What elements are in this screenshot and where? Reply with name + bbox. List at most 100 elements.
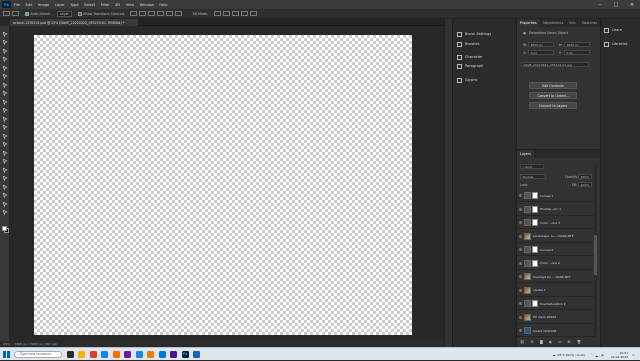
marquee-tool-icon[interactable] <box>2 39 9 46</box>
layer-row[interactable]: Landscape, lu..., DARK-NTT <box>517 231 595 243</box>
windows-start-icon[interactable] <box>3 350 10 358</box>
volume-icon[interactable]: 🔈 <box>601 353 605 357</box>
tab-layers[interactable]: Layers <box>517 150 534 158</box>
edit-contents-button[interactable]: Edit Contents <box>529 82 577 89</box>
lasso-tool-icon[interactable] <box>2 47 9 54</box>
blend-mode-select[interactable]: Normal <box>520 174 546 179</box>
eyedropper-tool-icon[interactable] <box>2 81 9 88</box>
app-icon[interactable] <box>124 350 131 358</box>
3d-pan-icon[interactable] <box>232 11 240 16</box>
layer-row[interactable]: Smart 1041006 <box>517 325 595 337</box>
panel-paragraph[interactable]: Paragraph <box>453 61 515 71</box>
tab-properties[interactable]: Properties <box>517 19 540 27</box>
mail-icon[interactable] <box>158 350 166 358</box>
visibility-eye-icon[interactable] <box>518 207 523 211</box>
align-center-icon[interactable] <box>139 11 147 16</box>
checkbox-icon[interactable] <box>77 11 82 16</box>
menu-help[interactable]: Help <box>159 3 167 7</box>
layer-name[interactable]: Landscape, lu..., DARK-NTT <box>533 234 574 238</box>
new-layer-icon[interactable]: ⊞ <box>568 340 571 344</box>
layer-row[interactable]: Color ...nce 2 <box>517 258 595 270</box>
layer-mask-thumbnail[interactable] <box>532 246 538 253</box>
layer-row[interactable]: Overlays by ... DARK-NTT <box>517 271 595 283</box>
height-field[interactable]: 3600 px <box>564 42 590 47</box>
add-mask-icon[interactable]: ◙ <box>540 340 544 344</box>
path-select-icon[interactable] <box>2 175 9 182</box>
panel-brushes[interactable]: Brushes <box>453 39 515 49</box>
visibility-eye-icon[interactable] <box>518 288 523 292</box>
panel-libraries[interactable]: Libraries <box>601 39 640 49</box>
checkbox-icon[interactable] <box>25 11 29 16</box>
layer-name[interactable]: Hue/Saturation 2 <box>540 302 566 306</box>
x-field[interactable]: 0 px <box>528 50 554 55</box>
layer-name[interactable]: Curves 7 <box>540 194 553 198</box>
layer-mask-thumbnail[interactable] <box>532 219 538 226</box>
menu-window[interactable]: Window <box>140 3 154 7</box>
zoom-tool-icon[interactable] <box>2 200 9 207</box>
weather-icon[interactable]: ☁ <box>552 353 555 357</box>
visibility-eye-icon[interactable] <box>518 248 523 251</box>
layer-row[interactable]: Hue/Sa...ion 1 <box>517 204 595 216</box>
menu-file[interactable]: File <box>14 3 20 7</box>
history-brush-icon[interactable] <box>2 115 9 122</box>
blur-tool-icon[interactable] <box>2 141 9 148</box>
home-icon[interactable] <box>3 11 10 16</box>
photoshop-logo[interactable]: Ps <box>2 1 11 8</box>
layers-scroll-thumb[interactable] <box>594 235 597 275</box>
width-field[interactable]: 4800 px <box>528 42 554 47</box>
align-bottom-icon[interactable] <box>175 11 183 16</box>
layer-name[interactable]: Smart 1041006 <box>533 329 556 333</box>
auto-select-checkbox[interactable]: Auto-Select: <box>25 11 51 16</box>
menu-filter[interactable]: Filter <box>101 3 110 7</box>
layer-name[interactable]: Curves 6 <box>540 248 553 252</box>
3d-slide-icon[interactable] <box>241 11 249 16</box>
quick-select-tool-icon[interactable] <box>2 56 9 63</box>
layer-row[interactable]: candle 1 <box>517 285 595 297</box>
pen-tool-icon[interactable] <box>2 158 9 165</box>
fx-icon[interactable]: fx <box>531 340 534 344</box>
eraser-tool-icon[interactable] <box>2 124 9 131</box>
delete-layer-icon[interactable]: 🗑 <box>577 340 582 344</box>
3d-scale-icon[interactable] <box>250 11 258 16</box>
minimize-icon[interactable]: – <box>592 0 608 9</box>
menu-edit[interactable]: Edit <box>26 3 33 7</box>
panel-brush[interactable]: Brush Settings <box>453 29 515 39</box>
layer-mask-thumbnail[interactable] <box>532 192 538 199</box>
layer-row[interactable]: Curves 6 <box>517 244 595 256</box>
align-right-icon[interactable] <box>148 11 156 16</box>
visibility-eye-icon[interactable] <box>518 234 523 238</box>
tray-chevron-icon[interactable]: ˄ <box>591 353 593 357</box>
more-tools-icon[interactable] <box>2 209 9 216</box>
canvas[interactable] <box>34 35 412 335</box>
menu-type[interactable]: Type <box>70 3 78 7</box>
layer-name[interactable]: Color ...nce 2 <box>540 261 560 265</box>
visibility-eye-icon[interactable] <box>518 315 523 319</box>
visibility-eye-icon[interactable] <box>518 302 523 305</box>
frame-tool-icon[interactable] <box>2 73 9 80</box>
menu-image[interactable]: Image <box>38 3 49 7</box>
visibility-eye-icon[interactable] <box>518 194 523 197</box>
layer-name[interactable]: candle 1 <box>533 288 546 292</box>
edge-icon[interactable] <box>101 350 108 358</box>
move-tool-preset-icon[interactable] <box>12 11 19 16</box>
filename-field[interactable]: DAVE_20220422_055219-01.jpg <box>521 62 589 67</box>
clock[interactable]: 10:51 22-04-2022 <box>611 351 628 359</box>
brush-tool-icon[interactable] <box>2 98 9 105</box>
app-icon[interactable] <box>135 350 143 358</box>
align-left-icon[interactable] <box>130 11 138 16</box>
convert-to-layers-button[interactable]: Convert to Layers <box>529 102 577 109</box>
clone-stamp-icon[interactable] <box>2 107 9 114</box>
weather-text[interactable]: 28°C Partly cloudy <box>557 353 585 357</box>
layer-row[interactable]: Fill mem 20004 <box>517 312 595 324</box>
menu-layer[interactable]: Layer <box>55 3 65 7</box>
menu-view[interactable]: View <box>126 3 135 7</box>
healing-brush-icon[interactable] <box>2 90 9 97</box>
layer-name[interactable]: Overlays by ... DARK-NTT <box>533 275 571 279</box>
gradient-tool-icon[interactable] <box>2 132 9 139</box>
show-transform-checkbox[interactable]: Show Transform Controls <box>77 11 124 16</box>
hand-tool-icon[interactable] <box>2 192 9 199</box>
app-icon[interactable] <box>112 350 120 358</box>
layer-name[interactable]: Fill mem 20004 <box>533 315 556 319</box>
move-tool-icon[interactable] <box>2 30 9 37</box>
photoshop-icon[interactable]: Ps <box>181 350 189 358</box>
